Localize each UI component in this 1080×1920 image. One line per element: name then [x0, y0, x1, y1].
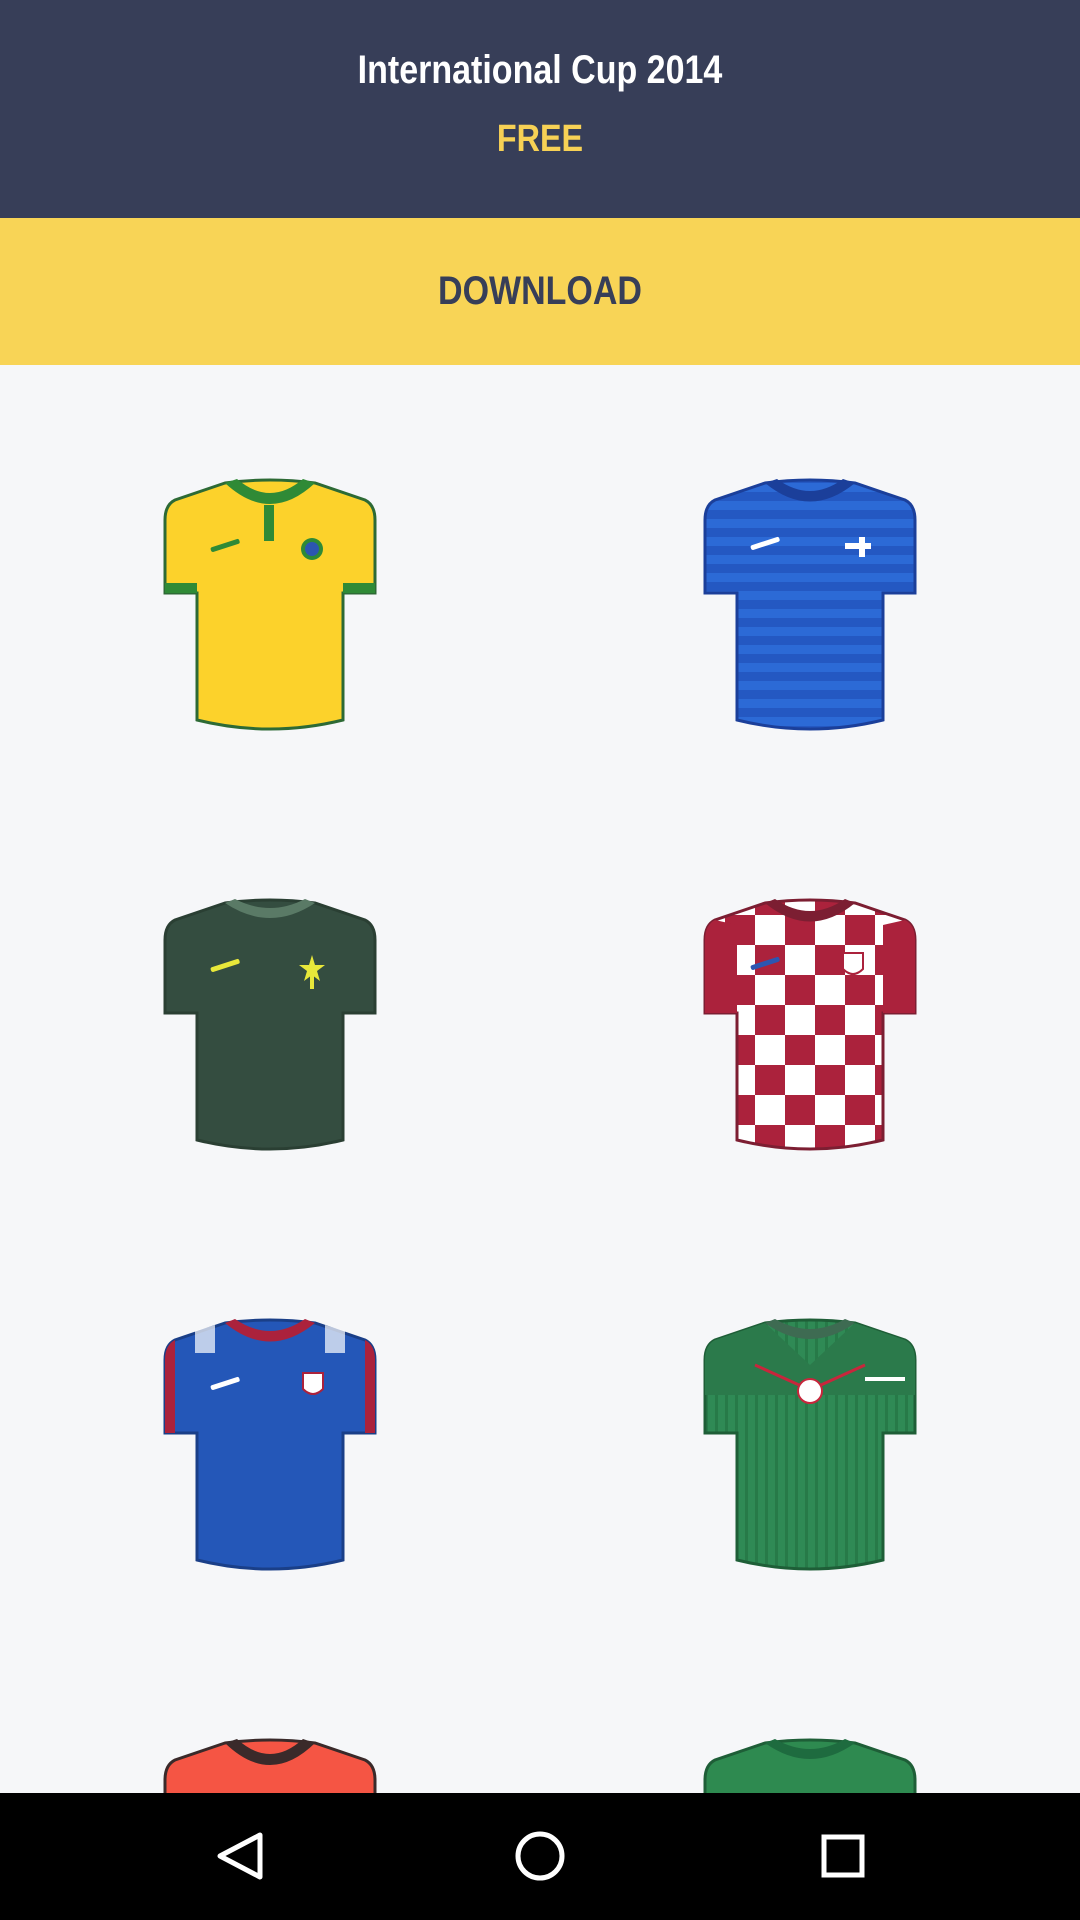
jersey-green[interactable] [695, 1725, 925, 1793]
jersey-blue-striped[interactable] [695, 465, 925, 745]
recents-icon [821, 1834, 865, 1878]
nav-back-button[interactable] [177, 1821, 297, 1891]
system-navigation-bar [0, 1793, 1080, 1920]
download-label: DOWNLOAD [438, 269, 642, 313]
app-title: International Cup 2014 [357, 48, 723, 92]
download-button[interactable]: DOWNLOAD [0, 218, 1080, 365]
jersey-red-white-checkered[interactable] [695, 885, 925, 1165]
jersey-blue-red-trim[interactable] [155, 1305, 385, 1585]
jersey-dark-green[interactable] [155, 885, 385, 1165]
app-header: International Cup 2014 FREE [0, 0, 1080, 218]
home-icon [515, 1831, 565, 1881]
jersey-yellow-green[interactable] [155, 465, 385, 745]
back-icon [217, 1832, 263, 1880]
price-label: FREE [496, 118, 584, 160]
jersey-green-striped[interactable] [695, 1305, 925, 1585]
nav-home-button[interactable] [480, 1821, 600, 1891]
jersey-grid [0, 365, 1080, 1793]
nav-recents-button[interactable] [783, 1821, 903, 1891]
jersey-red[interactable] [155, 1725, 385, 1793]
